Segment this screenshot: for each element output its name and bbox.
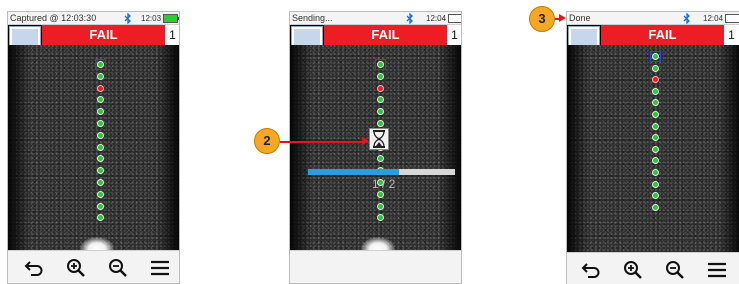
- pass-point-marker[interactable]: [652, 87, 659, 95]
- pass-point-marker[interactable]: [97, 179, 104, 186]
- clock-time: 12:04: [703, 14, 724, 23]
- camera-view: [8, 45, 179, 261]
- callout-2: 2: [254, 128, 280, 154]
- zoom-in-icon: [67, 259, 85, 277]
- device-screen-sending: Sending... 12:04 FAIL 1 1 / 2: [289, 11, 462, 284]
- menu-button[interactable]: [150, 258, 170, 278]
- upload-progress-bar: [308, 169, 455, 175]
- pass-point-marker[interactable]: [652, 111, 659, 118]
- fail-point-marker[interactable]: [97, 84, 104, 92]
- pass-point-marker[interactable]: [652, 169, 659, 176]
- pass-point-marker[interactable]: [97, 202, 104, 210]
- pass-point-marker[interactable]: [97, 131, 104, 139]
- bluetooth-icon: [683, 13, 690, 24]
- battery-icon: [725, 14, 739, 23]
- selection-target-box[interactable]: [375, 59, 386, 70]
- clock-time: 12:04: [426, 14, 447, 23]
- status-bar: Done 12:04: [567, 12, 739, 25]
- clock-time: 12:03: [141, 14, 162, 23]
- fail-point-marker[interactable]: [377, 84, 384, 92]
- callout-2-arrow: [280, 141, 364, 143]
- pass-point-marker[interactable]: [97, 61, 104, 68]
- capture-count: 1: [724, 25, 739, 45]
- toolbar: [567, 252, 739, 284]
- result-banner: FAIL: [324, 25, 447, 45]
- upload-progress-fill: [308, 169, 400, 175]
- pass-point-marker[interactable]: [377, 72, 384, 80]
- pass-point-marker[interactable]: [652, 53, 659, 60]
- status-bar: Sending... 12:04: [290, 12, 461, 25]
- pass-point-marker[interactable]: [652, 203, 659, 211]
- status-bar: Captured @ 12:03:30 12:03: [8, 12, 179, 25]
- pass-point-marker[interactable]: [97, 143, 104, 151]
- pass-point-marker[interactable]: [652, 122, 659, 130]
- hourglass-icon: [369, 128, 389, 150]
- back-button[interactable]: [24, 258, 44, 278]
- back-button[interactable]: [581, 260, 601, 280]
- status-text: Done: [569, 13, 591, 23]
- pass-point-marker[interactable]: [377, 190, 384, 198]
- bluetooth-icon: [124, 13, 131, 24]
- callout-2-arrowhead: [362, 137, 369, 145]
- back-icon: [24, 261, 43, 276]
- zoom-out-icon: [666, 261, 684, 279]
- device-screen-done: Done 12:04 FAIL 1: [566, 11, 739, 284]
- pass-point-marker[interactable]: [97, 190, 104, 198]
- pass-point-marker[interactable]: [652, 145, 659, 153]
- result-banner: FAIL: [601, 25, 724, 45]
- zoom-in-button[interactable]: [66, 258, 86, 278]
- pass-point-marker[interactable]: [652, 180, 659, 188]
- pass-point-marker[interactable]: [97, 120, 104, 127]
- selection-target-box[interactable]: [650, 51, 661, 62]
- status-text: Captured @ 12:03:30: [10, 13, 97, 23]
- toolbar-empty: [290, 250, 461, 283]
- selection-target-box[interactable]: [95, 59, 106, 70]
- back-icon: [581, 263, 600, 278]
- callout-3-arrowhead: [559, 14, 566, 22]
- menu-icon: [708, 262, 726, 278]
- zoom-out-button[interactable]: [108, 258, 128, 278]
- capture-count: 1: [447, 25, 461, 45]
- menu-icon: [151, 260, 169, 276]
- toolbar: [8, 250, 179, 283]
- device-screen-captured: Captured @ 12:03:30 12:03 FAIL 1: [7, 11, 180, 284]
- pass-point-marker[interactable]: [652, 64, 659, 72]
- pass-point-marker[interactable]: [377, 202, 384, 210]
- menu-button[interactable]: [707, 260, 727, 280]
- capture-count: 1: [165, 25, 179, 45]
- status-text: Sending...: [292, 13, 333, 23]
- pass-point-marker[interactable]: [377, 120, 384, 127]
- camera-view: [567, 45, 739, 252]
- callout-3: 3: [529, 6, 555, 32]
- result-banner: FAIL: [42, 25, 165, 45]
- battery-icon: [163, 14, 179, 23]
- bluetooth-icon: [406, 13, 413, 24]
- zoom-out-icon: [109, 259, 127, 277]
- pass-point-marker[interactable]: [377, 61, 384, 68]
- zoom-in-icon: [624, 261, 642, 279]
- pass-point-marker[interactable]: [97, 72, 104, 80]
- zoom-out-button[interactable]: [665, 260, 685, 280]
- battery-icon: [448, 14, 461, 23]
- upload-progress-text: 1 / 2: [372, 177, 396, 191]
- zoom-in-button[interactable]: [623, 260, 643, 280]
